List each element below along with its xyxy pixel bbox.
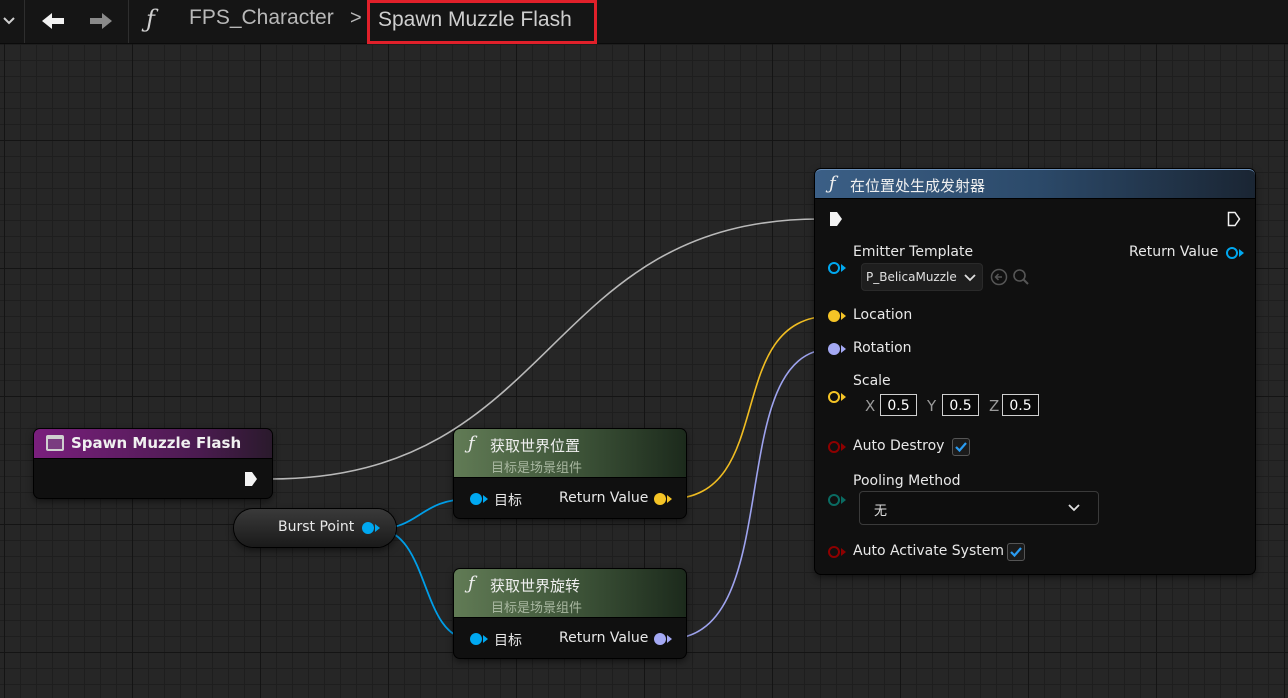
pooling-method-value: 无 xyxy=(874,504,888,519)
get-rotation-title: 获取世界旋转 xyxy=(490,577,581,595)
function-node-get-world-location[interactable]: ƒ 获取世界位置 目标是场景组件 目标 Return Value xyxy=(454,429,686,518)
function-icon: ƒ xyxy=(829,173,836,194)
get-location-return-pin[interactable] xyxy=(654,493,666,505)
burst-point-label: Burst Point xyxy=(278,519,355,535)
location-wire xyxy=(667,315,833,500)
function-node-spawn-emitter-at-location[interactable]: ƒ 在位置处生成发射器 Emitter Template P_BelicaMuz… xyxy=(815,169,1255,574)
scale-x-axis-label: X xyxy=(865,397,876,415)
chevron-down-icon xyxy=(1068,504,1080,512)
event-node-spawn-muzzle-flash[interactable]: Spawn Muzzle Flash xyxy=(34,429,272,498)
auto-destroy-checkbox[interactable] xyxy=(952,438,970,456)
function-node-get-world-rotation[interactable]: ƒ 获取世界旋转 目标是场景组件 目标 Return Value xyxy=(454,569,686,658)
rotation-label: Rotation xyxy=(853,340,912,356)
pooling-method-dropdown[interactable]: 无 xyxy=(859,491,1099,525)
spawn-emitter-header: ƒ 在位置处生成发射器 xyxy=(815,169,1255,199)
get-rotation-target-label: 目标 xyxy=(494,633,522,649)
scale-label: Scale xyxy=(853,373,891,389)
chevron-down-icon xyxy=(964,274,976,282)
get-rotation-subtitle: 目标是场景组件 xyxy=(491,601,583,616)
get-rotation-return-label: Return Value xyxy=(559,630,649,646)
function-icon: ƒ xyxy=(468,433,475,454)
auto-activate-pin[interactable] xyxy=(828,546,840,558)
scale-x-input[interactable]: 0.5 xyxy=(880,394,917,416)
get-location-title: 获取世界位置 xyxy=(490,437,581,455)
event-icon xyxy=(46,435,64,451)
event-node-header: Spawn Muzzle Flash xyxy=(34,429,272,459)
rotation-pin[interactable] xyxy=(828,343,840,355)
auto-destroy-label: Auto Destroy xyxy=(853,438,945,454)
emitter-template-pin[interactable] xyxy=(828,262,840,274)
exec-output-pin[interactable] xyxy=(1227,211,1241,227)
rotation-wire xyxy=(667,348,833,640)
exec-output-pin[interactable] xyxy=(244,471,258,487)
return-value-pin[interactable] xyxy=(1226,247,1238,259)
get-rotation-return-pin[interactable] xyxy=(654,633,666,645)
use-selected-asset-icon[interactable] xyxy=(990,268,1008,286)
get-rotation-header: ƒ 获取世界旋转 目标是场景组件 xyxy=(454,569,686,618)
checkmark-icon xyxy=(955,442,967,453)
checkmark-icon xyxy=(1010,547,1022,558)
scale-y-axis-label: Y xyxy=(927,397,937,415)
emitter-template-label: Emitter Template xyxy=(853,244,974,260)
event-node-title: Spawn Muzzle Flash xyxy=(71,434,242,452)
exec-input-pin[interactable] xyxy=(829,211,843,227)
return-value-label: Return Value xyxy=(1129,244,1219,260)
burst-point-output-pin[interactable] xyxy=(362,522,374,534)
emitter-template-value: P_BelicaMuzzle xyxy=(866,270,957,284)
emitter-template-dropdown[interactable]: P_BelicaMuzzle xyxy=(861,263,983,291)
get-rotation-target-pin[interactable] xyxy=(470,633,482,645)
function-icon: ƒ xyxy=(468,573,475,594)
get-location-return-label: Return Value xyxy=(559,490,649,506)
browse-asset-icon[interactable] xyxy=(1012,268,1030,286)
spawn-emitter-title: 在位置处生成发射器 xyxy=(850,177,986,195)
get-location-target-pin[interactable] xyxy=(470,493,482,505)
location-pin[interactable] xyxy=(828,310,840,322)
get-location-subtitle: 目标是场景组件 xyxy=(491,461,583,476)
scale-pin[interactable] xyxy=(828,391,840,403)
pooling-method-label: Pooling Method xyxy=(853,473,961,489)
auto-destroy-pin[interactable] xyxy=(828,441,840,453)
variable-node-burst-point[interactable]: Burst Point xyxy=(234,509,396,547)
scale-z-axis-label: Z xyxy=(989,397,1000,415)
get-location-target-label: 目标 xyxy=(494,493,522,509)
scale-y-input[interactable]: 0.5 xyxy=(942,394,979,416)
auto-activate-checkbox[interactable] xyxy=(1007,543,1025,561)
auto-activate-label: Auto Activate System xyxy=(853,543,1004,559)
pooling-method-pin[interactable] xyxy=(828,494,840,506)
get-location-header: ƒ 获取世界位置 目标是场景组件 xyxy=(454,429,686,478)
scale-z-input[interactable]: 0.5 xyxy=(1002,394,1039,416)
location-label: Location xyxy=(853,307,913,323)
